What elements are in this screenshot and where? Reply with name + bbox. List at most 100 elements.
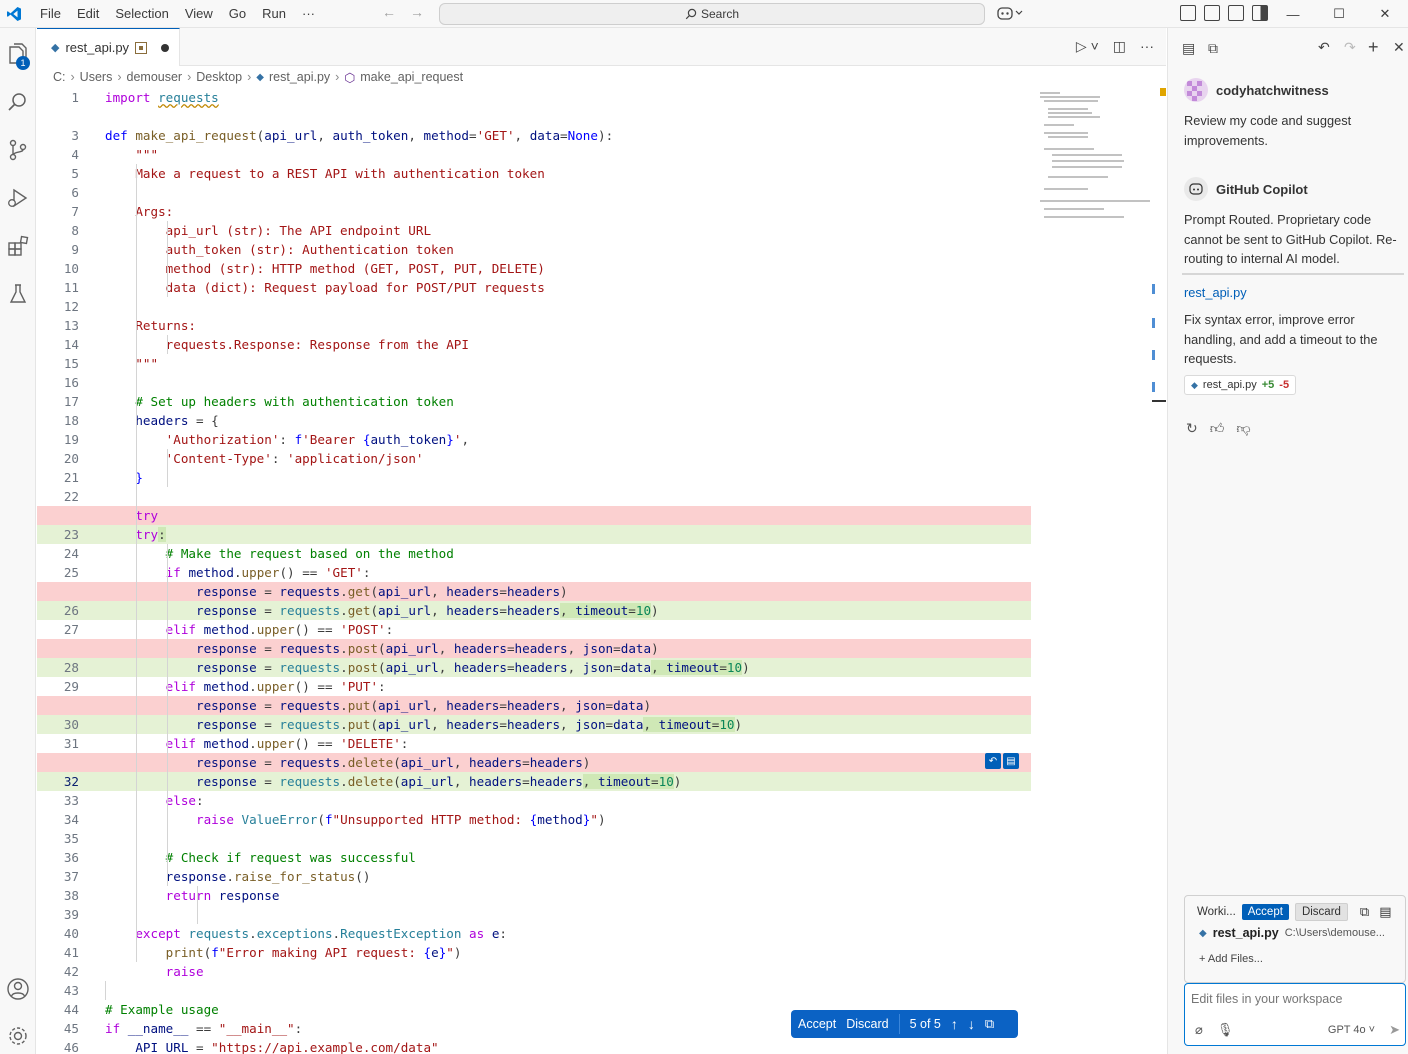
unsaved-dot-icon[interactable]: [161, 43, 170, 52]
code-line[interactable]: 42 raise: [37, 962, 1031, 981]
back-arrow-icon[interactable]: ←: [382, 4, 396, 20]
discard-button[interactable]: Discard: [1294, 903, 1348, 921]
menu-view[interactable]: View: [177, 0, 221, 28]
tab-rest-api[interactable]: ◆ rest_api.py: [37, 28, 180, 66]
code-line[interactable]: 12: [37, 297, 1031, 316]
undo-icon[interactable]: ↶: [1318, 39, 1330, 56]
discard-all-button[interactable]: Discard: [846, 1017, 888, 1031]
code-line[interactable]: [37, 107, 1031, 126]
chat-icon[interactable]: ⧉: [1208, 40, 1218, 57]
deleted-code-line[interactable]: response = requests.post(api_url, header…: [37, 639, 1031, 658]
code-line[interactable]: 35: [37, 829, 1031, 848]
code-line[interactable]: 25 if method.upper() == 'GET':: [37, 563, 1031, 582]
code-line[interactable]: 38 return response: [37, 886, 1031, 905]
accept-all-button[interactable]: Accept: [798, 1017, 836, 1031]
code-line[interactable]: 20 'Content-Type': 'application/json': [37, 449, 1031, 468]
close-icon[interactable]: ✕: [1362, 0, 1408, 28]
menu-more[interactable]: ···: [294, 0, 323, 28]
breadcrumb-function[interactable]: make_api_request: [360, 70, 463, 84]
breadcrumb-file[interactable]: rest_api.py: [269, 70, 330, 84]
account-icon[interactable]: [4, 975, 32, 1003]
code-line[interactable]: 40 except requests.exceptions.RequestExc…: [37, 924, 1031, 943]
code-line[interactable]: 6: [37, 183, 1031, 202]
toggle-sidebar-icon[interactable]: [1204, 5, 1220, 21]
attach-icon[interactable]: ⌀: [1195, 1022, 1203, 1038]
settings-gear-icon[interactable]: [4, 1022, 32, 1050]
added-code-line[interactable]: 23 try:: [37, 525, 1031, 544]
copilot-edits-icon[interactable]: ▤: [1182, 40, 1195, 57]
code-line[interactable]: 46 API_URL = "https://api.example.com/da…: [37, 1038, 1031, 1054]
menu-edit[interactable]: Edit: [69, 0, 107, 28]
code-line[interactable]: 3 def make_api_request(api_url, auth_toke…: [37, 126, 1031, 145]
customize-layout-icon[interactable]: [1180, 5, 1196, 21]
send-icon[interactable]: ➤: [1389, 1022, 1400, 1038]
code-line[interactable]: 18 headers = {: [37, 411, 1031, 430]
previous-change-icon[interactable]: ↑: [951, 1016, 958, 1032]
thumbs-down-icon[interactable]: 👎︎: [1236, 420, 1250, 437]
undo-hunk-icon[interactable]: ↶: [985, 753, 1001, 769]
menu-file[interactable]: File: [32, 0, 69, 28]
code-line[interactable]: 22: [37, 487, 1031, 506]
view-all-edits-icon[interactable]: ⧉: [1360, 904, 1369, 920]
changed-file-chip[interactable]: ◆ rest_api.py +5 -5: [1184, 375, 1297, 395]
close-panel-icon[interactable]: ✕: [1393, 39, 1405, 56]
code-line[interactable]: 39: [37, 905, 1031, 924]
next-change-icon[interactable]: ↓: [968, 1016, 975, 1032]
code-line[interactable]: 27 elif method.upper() == 'POST':: [37, 620, 1031, 639]
code-line[interactable]: 34 raise ValueError(f"Unsupported HTTP m…: [37, 810, 1031, 829]
menu-go[interactable]: Go: [221, 0, 254, 28]
code-line[interactable]: 15 """: [37, 354, 1031, 373]
breadcrumb-desktop[interactable]: Desktop: [196, 70, 242, 84]
code-line[interactable]: 16: [37, 373, 1031, 392]
microphone-icon[interactable]: 🎙︎: [1217, 1022, 1234, 1038]
testing-flask-icon[interactable]: [4, 280, 32, 308]
menu-selection[interactable]: Selection: [107, 0, 176, 28]
more-actions-icon[interactable]: ···: [1140, 38, 1154, 55]
deleted-code-line[interactable]: response = requests.get(api_url, headers…: [37, 582, 1031, 601]
add-files-button[interactable]: + Add Files...: [1199, 953, 1263, 965]
search-icon[interactable]: [4, 88, 32, 116]
code-line[interactable]: 41 print(f"Error making API request: {e}…: [37, 943, 1031, 962]
open-diff-icon[interactable]: ⧉: [985, 1016, 994, 1032]
added-code-line[interactable]: 30 response = requests.put(api_url, head…: [37, 715, 1031, 734]
code-line[interactable]: 9 auth_token (str): Authentication token: [37, 240, 1031, 259]
redo-icon[interactable]: ↷: [1344, 39, 1356, 56]
copilot-menu-icon[interactable]: [997, 5, 1023, 24]
breadcrumb-demouser[interactable]: demouser: [127, 70, 183, 84]
code-line[interactable]: 21 }: [37, 468, 1031, 487]
code-line[interactable]: 33 else:: [37, 791, 1031, 810]
thumbs-up-icon[interactable]: 👍︎: [1210, 420, 1225, 437]
code-line[interactable]: 31 elif method.upper() == 'DELETE':: [37, 734, 1031, 753]
run-file-icon[interactable]: ▷ ˅: [1076, 38, 1099, 55]
working-set-file[interactable]: ◆ rest_api.py C:\Users\demouse...: [1199, 926, 1405, 940]
breadcrumb-drive[interactable]: C:: [53, 70, 66, 84]
code-line[interactable]: 19 'Authorization': f'Bearer {auth_token…: [37, 430, 1031, 449]
code-line[interactable]: 13 Returns:: [37, 316, 1031, 335]
minimap[interactable]: [1040, 88, 1150, 228]
toggle-secondary-sidebar-icon[interactable]: [1252, 5, 1268, 21]
code-line[interactable]: 5 Make a request to a REST API with auth…: [37, 164, 1031, 183]
code-line[interactable]: 36 # Check if request was successful: [37, 848, 1031, 867]
code-line[interactable]: 14 requests.Response: Response from the …: [37, 335, 1031, 354]
code-line[interactable]: 8 api_url (str): The API endpoint URL: [37, 221, 1031, 240]
deleted-code-line[interactable]: try: [37, 506, 1031, 525]
search-box[interactable]: Search: [439, 3, 985, 25]
chat-input[interactable]: [1191, 992, 1396, 1006]
split-editor-icon[interactable]: ◫: [1113, 38, 1126, 55]
code-line[interactable]: 10 method (str): HTTP method (GET, POST,…: [37, 259, 1031, 278]
deleted-code-line[interactable]: response = requests.delete(api_url, head…: [37, 753, 1031, 772]
code-editor[interactable]: 1 import requests 3 def make_api_request(ap…: [37, 88, 1166, 1054]
forward-arrow-icon[interactable]: →: [410, 4, 424, 20]
toggle-panel-icon[interactable]: [1228, 5, 1244, 21]
deleted-code-line[interactable]: response = requests.put(api_url, headers…: [37, 696, 1031, 715]
code-line[interactable]: 24 # Make the request based on the metho…: [37, 544, 1031, 563]
retry-icon[interactable]: ↻: [1186, 420, 1198, 437]
minimize-icon[interactable]: —: [1270, 0, 1316, 28]
added-code-line[interactable]: 28 response = requests.post(api_url, hea…: [37, 658, 1031, 677]
added-code-line[interactable]: 26 response = requests.get(api_url, head…: [37, 601, 1031, 620]
new-session-icon[interactable]: +: [1368, 37, 1379, 58]
code-line[interactable]: 7 Args:: [37, 202, 1031, 221]
accept-button[interactable]: Accept: [1241, 904, 1289, 920]
code-line[interactable]: 11 data (dict): Request payload for POST…: [37, 278, 1031, 297]
run-debug-icon[interactable]: [4, 184, 32, 212]
